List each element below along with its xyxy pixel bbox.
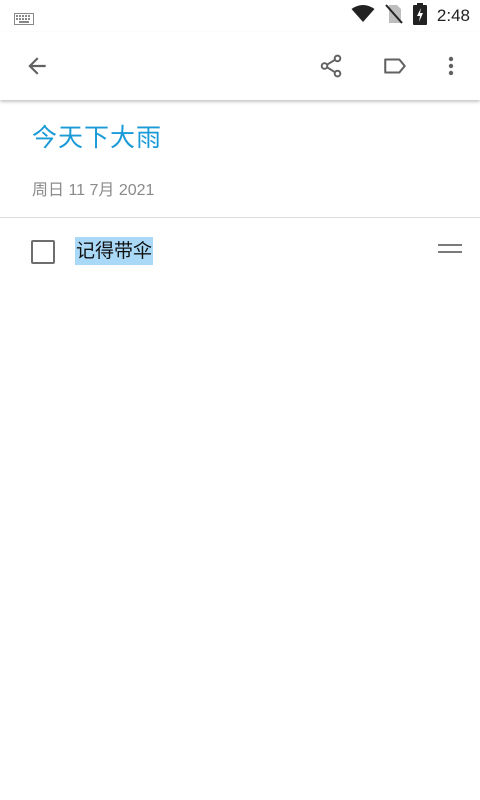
status-icons: 2:48 bbox=[351, 0, 470, 32]
wifi-icon bbox=[351, 5, 375, 27]
toolbar bbox=[0, 32, 480, 100]
label-button[interactable] bbox=[371, 42, 419, 90]
note-date: 周日 11 7月 2021 bbox=[32, 182, 155, 199]
keyboard-icon bbox=[14, 10, 34, 29]
drag-handle-icon[interactable] bbox=[438, 244, 464, 258]
checklist-checkbox[interactable] bbox=[31, 240, 55, 264]
share-button[interactable] bbox=[307, 42, 355, 90]
battery-charging-icon bbox=[412, 3, 427, 29]
checklist-item: 记得带伞 bbox=[0, 230, 480, 274]
back-arrow-icon bbox=[28, 57, 46, 75]
more-options-button[interactable] bbox=[427, 42, 475, 90]
note-title[interactable]: 今天下大雨 bbox=[32, 118, 162, 154]
back-button[interactable] bbox=[13, 42, 61, 90]
label-icon bbox=[384, 58, 406, 74]
checklist-item-text[interactable]: 记得带伞 bbox=[75, 237, 154, 265]
divider bbox=[0, 217, 480, 218]
status-time: 2:48 bbox=[436, 6, 470, 25]
status-bar: 2:48 bbox=[0, 0, 480, 32]
more-vert-icon bbox=[448, 56, 454, 76]
no-sim-icon bbox=[385, 4, 403, 28]
share-icon bbox=[320, 54, 342, 78]
